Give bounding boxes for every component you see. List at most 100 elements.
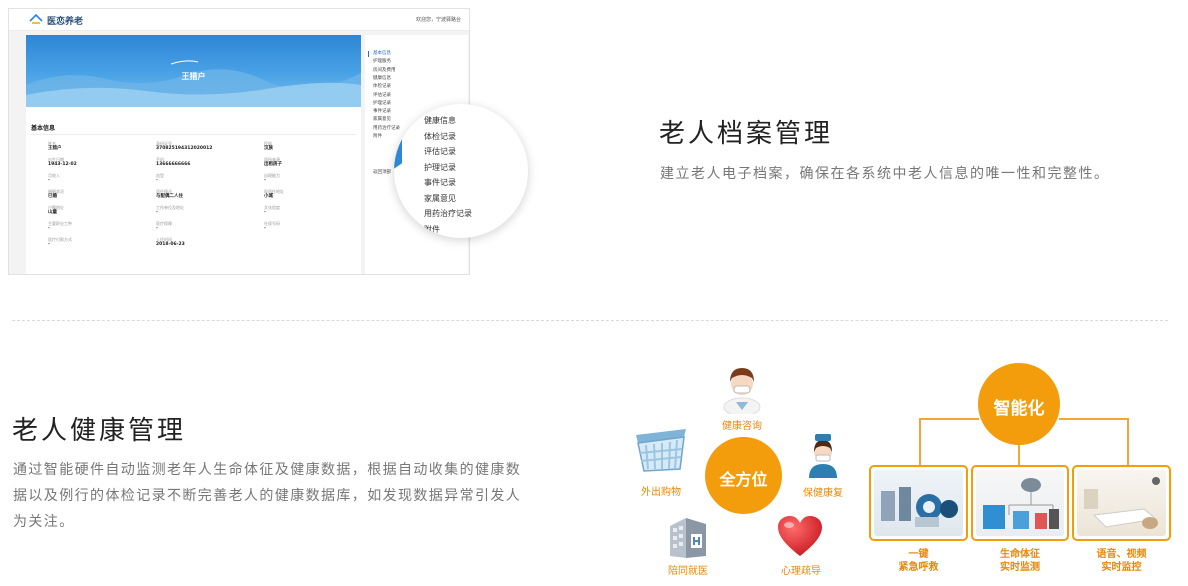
- zoom-menu-item[interactable]: 用药治疗记录: [424, 209, 472, 219]
- all-round-label: 全方位: [719, 470, 768, 489]
- info-field: 居所来源 出租房子: [264, 157, 364, 168]
- info-field: 工作单位及地址 -: [156, 205, 256, 216]
- field-value: -: [156, 178, 158, 183]
- info-field: 民族 汉族: [264, 141, 364, 152]
- divider: [31, 134, 356, 135]
- section-title: 基本信息: [31, 125, 56, 132]
- smart-device-illustration: [881, 487, 958, 527]
- person-name: 王猎户: [181, 72, 206, 81]
- field-value: 370825194312020012: [156, 146, 213, 151]
- zoom-menu-item[interactable]: 健康信息: [424, 116, 456, 126]
- field-value: 1943-12-02: [48, 162, 77, 167]
- info-field: 社保号码 -: [264, 221, 364, 232]
- emergency-call-box: [869, 465, 968, 541]
- caption-line: 实时监控: [1101, 562, 1142, 573]
- side-menu-item[interactable]: 护理记录: [373, 101, 391, 107]
- side-menu-item[interactable]: 事件记录: [373, 109, 391, 115]
- field-value: 王猎户: [48, 146, 62, 151]
- app-brand: 医恋养老: [47, 17, 84, 27]
- section2-desc: 通过智能硬件自动监测老年人生命体征及健康数据，根据自动收集的健康数据以及例行的体…: [13, 462, 522, 530]
- info-field: 出生日期 1943-12-02: [48, 157, 148, 168]
- field-value: -: [48, 242, 50, 247]
- info-field: 手机 13666666666: [156, 157, 256, 168]
- caption-line: 紧急呼救: [898, 562, 939, 573]
- zoom-menu-item[interactable]: 事件记录: [424, 178, 456, 188]
- field-value: -: [264, 210, 266, 215]
- side-menu-item[interactable]: 返回顶部: [373, 170, 391, 176]
- zoom-menu-item[interactable]: 护理记录: [424, 163, 456, 173]
- field-value: 与配偶二人住: [156, 194, 183, 199]
- info-field: 自理能力 -: [264, 173, 364, 184]
- dashed-divider: [12, 320, 1168, 321]
- tree-line: [919, 418, 979, 420]
- zoom-menu-item[interactable]: 家属意见: [424, 194, 456, 204]
- zoom-edge-strip: [394, 137, 402, 169]
- item-label: 外出购物: [641, 487, 681, 498]
- field-value: -: [156, 210, 158, 215]
- field-value: 已婚: [48, 194, 57, 199]
- side-menu-item[interactable]: 房间及费用: [373, 68, 396, 74]
- info-field: 血型 -: [156, 173, 256, 184]
- info-field: 医疗保障 -: [156, 221, 256, 232]
- side-menu-item[interactable]: 家属意见: [373, 117, 391, 123]
- profile-panel: 王猎户 基本信息 姓名 王猎户 身份证号 370825194312020012 民族 汉族…: [26, 35, 364, 274]
- item-label: 陪同就医: [668, 566, 708, 577]
- info-field: 医疗付款方式 -: [48, 237, 148, 248]
- doctor-icon: [723, 368, 761, 414]
- zoom-menu-item[interactable]: 附件: [424, 225, 440, 235]
- nurse-icon: [809, 434, 837, 478]
- field-value: 13666666666: [156, 162, 191, 167]
- field-value: -: [264, 226, 266, 231]
- shopping-basket-icon: [636, 429, 686, 472]
- side-menu-item[interactable]: 体检记录: [373, 84, 391, 90]
- room-camera-illustration: [1084, 477, 1160, 529]
- section1-desc: 建立老人电子档案，确保在各系统中老人信息的唯一性和完整性。: [660, 166, 1110, 182]
- vital-monitor-illustration: [983, 478, 1059, 529]
- item-label: 保健康复: [803, 488, 843, 499]
- caption-line: 实时监测: [1000, 562, 1040, 573]
- info-field: 居住情况 与配偶二人住: [156, 189, 256, 200]
- profile-banner: 王猎户: [26, 35, 361, 107]
- info-field: 主要职业工种 -: [48, 221, 148, 232]
- side-menu-item[interactable]: 基本信息: [373, 51, 391, 57]
- caption-line: 生命体征: [1000, 549, 1040, 560]
- side-menu-item[interactable]: 附件: [373, 134, 382, 140]
- field-value: 出租房子: [264, 162, 282, 167]
- smart-label: 智能化: [993, 399, 1045, 419]
- side-menu-item[interactable]: 健康信息: [373, 76, 391, 82]
- info-field: 现居住地址 小城: [264, 189, 364, 200]
- info-field: 月收入 -: [48, 173, 148, 184]
- field-value: 2018-06-23: [156, 242, 185, 247]
- zoom-menu-item[interactable]: 评估记录: [424, 147, 456, 157]
- side-menu-item[interactable]: 护理服务: [373, 59, 391, 65]
- zoom-menu-item[interactable]: 体检记录: [424, 132, 456, 142]
- section2-title: 老人健康管理: [12, 416, 187, 446]
- field-value: -: [48, 226, 50, 231]
- info-field: 文化程度 -: [264, 205, 364, 216]
- caption-line: 一键: [908, 549, 929, 560]
- hospital-icon: [670, 518, 706, 558]
- info-field: 身份证号 370825194312020012: [156, 141, 256, 152]
- field-value: 小城: [264, 194, 273, 199]
- info-field: 户籍地址 山童: [48, 205, 148, 216]
- field-value: 山童: [48, 210, 57, 215]
- vital-signs-box: [971, 465, 1069, 541]
- video-monitoring-box: [1072, 465, 1171, 541]
- side-menu-item[interactable]: 用药治疗记录: [373, 126, 400, 132]
- app-topbar: 医恋养老 欢迎您，宁波驿路台: [9, 9, 469, 31]
- info-field: 婚姻状况 已婚: [48, 189, 148, 200]
- item-label: 健康咨询: [722, 421, 762, 432]
- field-value: -: [264, 178, 266, 183]
- tree-line: [1059, 418, 1128, 420]
- zoom-magnifier: 健康信息体检记录评估记录护理记录事件记录家属意见用药治疗记录 附件: [394, 104, 528, 238]
- side-menu-item[interactable]: 评估记录: [373, 93, 391, 99]
- caption-line: 语音、视频: [1096, 549, 1147, 560]
- active-indicator: [368, 51, 369, 57]
- tree-line: [1127, 418, 1129, 465]
- field-value: -: [48, 178, 50, 183]
- box-caption: 语音、视频 实时监控: [1072, 548, 1171, 574]
- tree-line: [919, 418, 921, 465]
- info-field: 入住时间 2018-06-23: [156, 237, 256, 248]
- tree-line: [1018, 445, 1020, 465]
- field-value: -: [156, 226, 158, 231]
